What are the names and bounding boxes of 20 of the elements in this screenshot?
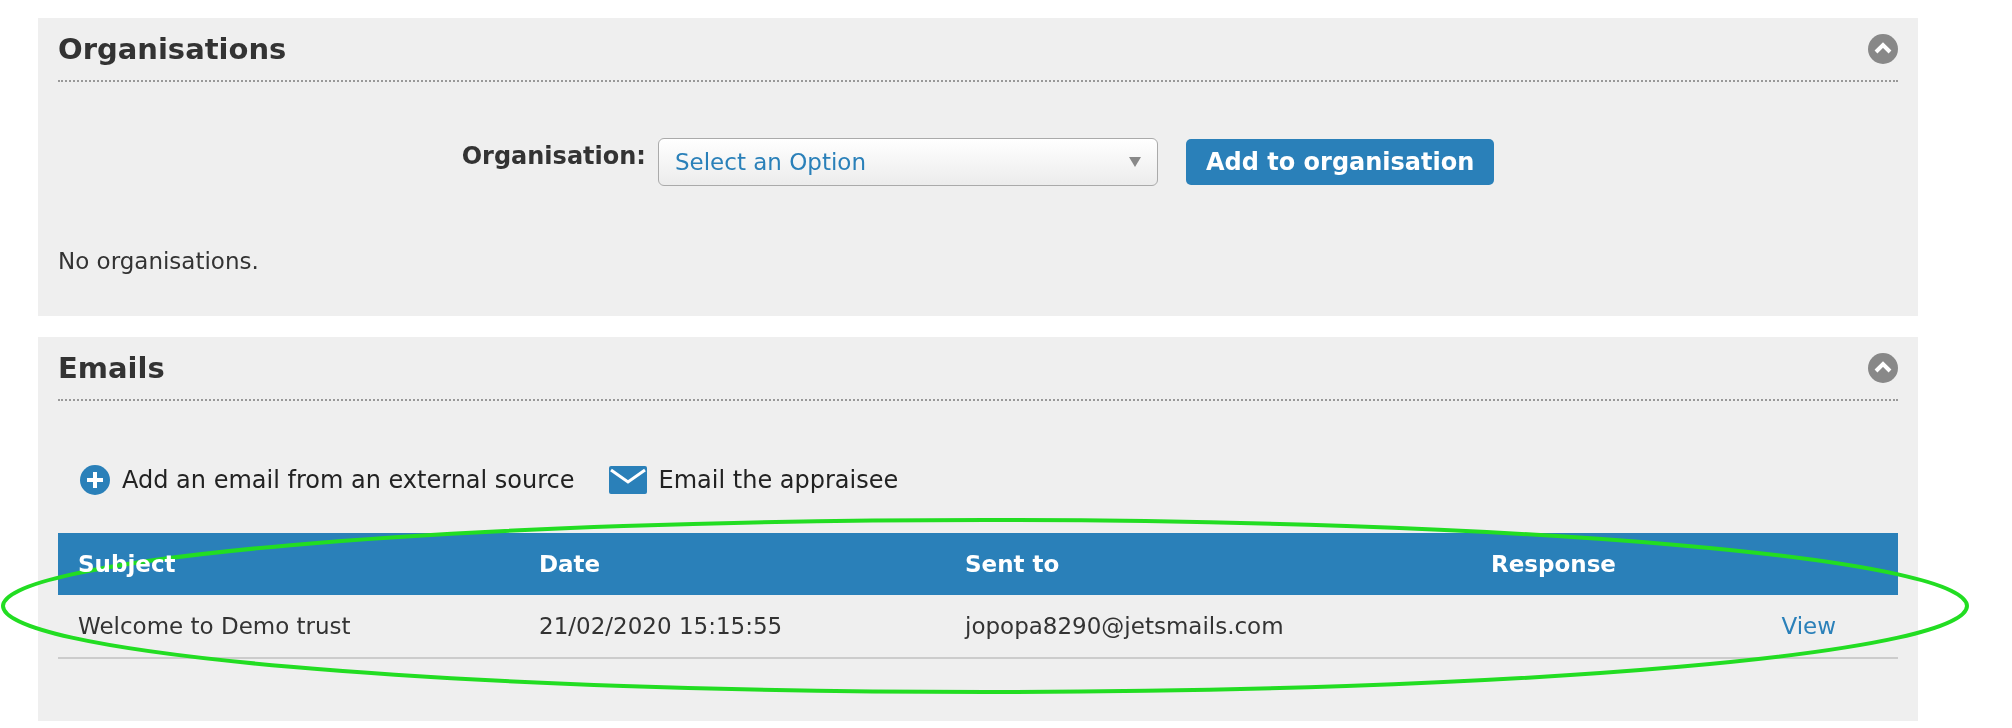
view-link[interactable]: View — [1471, 595, 1898, 658]
plus-icon — [80, 465, 110, 495]
panel-title: Emails — [58, 351, 165, 385]
collapse-icon[interactable] — [1868, 34, 1898, 64]
field-label: Organisation: — [461, 142, 646, 170]
column-header: Response — [1471, 533, 1898, 595]
column-header: Sent to — [945, 533, 1471, 595]
collapse-icon[interactable] — [1868, 353, 1898, 383]
envelope-icon — [608, 465, 647, 495]
table-cell: jopopa8290@jetsmails.com — [945, 595, 1471, 658]
organisation-select[interactable]: Select an Option — [657, 138, 1158, 186]
table-cell: Welcome to Demo trust — [58, 595, 519, 658]
column-header: Date — [519, 533, 945, 595]
empty-message: No organisations. — [57, 247, 260, 276]
caret-icon — [1128, 157, 1141, 167]
add-button[interactable]: Add to organisation — [1185, 139, 1495, 185]
table-cell: 21/02/2020 15:15:55 — [519, 595, 945, 658]
panel-title: Organisations — [58, 32, 287, 66]
action-link[interactable]: Add an email from an external source — [80, 465, 575, 495]
action-link[interactable]: Email the appraisee — [608, 465, 899, 495]
